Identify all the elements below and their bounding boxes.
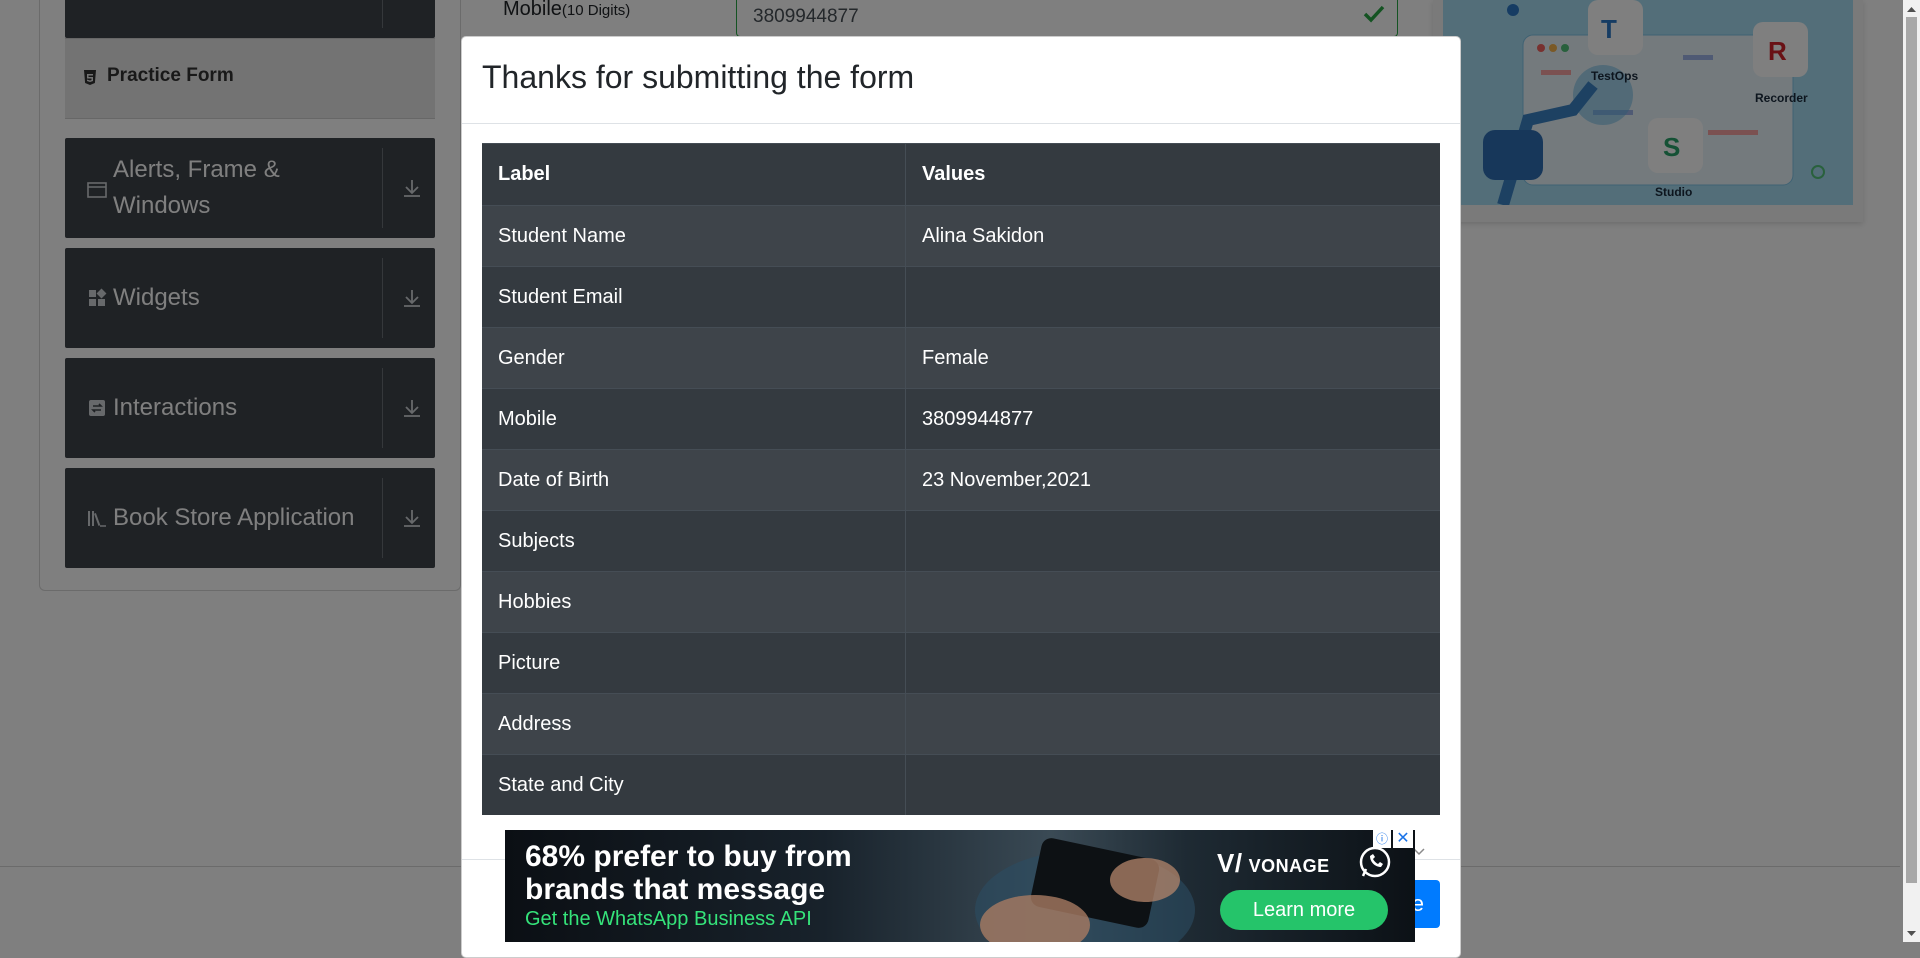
row-value: [905, 510, 1440, 572]
row-value: [905, 571, 1440, 633]
row-label: Date of Birth: [482, 449, 906, 511]
whatsapp-ad[interactable]: 68% prefer to buy from brands that messa…: [505, 830, 1415, 942]
modal-header: Thanks for submitting the form: [462, 37, 1460, 124]
vonage-logo: V/VONAGE: [1217, 848, 1330, 879]
vonage-brand-name: VONAGE: [1248, 856, 1330, 876]
table-row: Hobbies: [482, 571, 1440, 633]
scroll-up-arrow-icon[interactable]: [1903, 0, 1920, 17]
table-row: Picture: [482, 632, 1440, 694]
table-row: Subjects: [482, 510, 1440, 572]
row-label: Mobile: [482, 388, 906, 450]
header-label: Label: [482, 143, 906, 206]
row-label: Hobbies: [482, 571, 906, 633]
learn-more-button[interactable]: Learn more: [1220, 890, 1388, 930]
phone-hands-image: [975, 838, 1195, 942]
scrollbar-thumb[interactable]: [1906, 17, 1917, 883]
row-value: [905, 693, 1440, 755]
row-value: [905, 754, 1440, 815]
ad-info-icon[interactable]: ⓘ: [1373, 830, 1391, 848]
page-scrollbar[interactable]: [1903, 0, 1920, 942]
row-value: [905, 632, 1440, 694]
row-value: Alina Sakidon: [905, 205, 1440, 267]
row-label: Picture: [482, 632, 906, 694]
header-values: Values: [905, 143, 1440, 206]
row-value: [905, 266, 1440, 328]
modal-title: Thanks for submitting the form: [482, 59, 915, 95]
table-row: Gender Female: [482, 327, 1440, 389]
ad-close-icon[interactable]: ✕: [1393, 830, 1413, 848]
scroll-down-arrow-icon[interactable]: [1903, 925, 1920, 942]
row-label: Gender: [482, 327, 906, 389]
row-label: Subjects: [482, 510, 906, 572]
row-label: Student Name: [482, 205, 906, 267]
vonage-mark: V/: [1217, 848, 1243, 878]
row-value: 3809944877: [905, 388, 1440, 450]
results-table: Label Values Student Name Alina Sakidon S…: [482, 143, 1440, 815]
submission-modal: Thanks for submitting the form Label Val…: [461, 36, 1461, 958]
row-label: Address: [482, 693, 906, 755]
table-row: Date of Birth 23 November,2021: [482, 449, 1440, 511]
table-row: Mobile 3809944877: [482, 388, 1440, 450]
row-value: Female: [905, 327, 1440, 389]
table-row: State and City: [482, 754, 1440, 815]
table-row: Student Name Alina Sakidon: [482, 205, 1440, 267]
row-label: State and City: [482, 754, 906, 815]
ad-subline: Get the WhatsApp Business API: [525, 908, 812, 930]
table-row: Address: [482, 693, 1440, 755]
whatsapp-icon: [1359, 846, 1391, 878]
table-row: Student Email: [482, 266, 1440, 328]
row-label: Student Email: [482, 266, 906, 328]
row-value: 23 November,2021: [905, 449, 1440, 511]
ad-headline: 68% prefer to buy from brands that messa…: [525, 840, 852, 906]
table-header-row: Label Values: [482, 143, 1440, 206]
